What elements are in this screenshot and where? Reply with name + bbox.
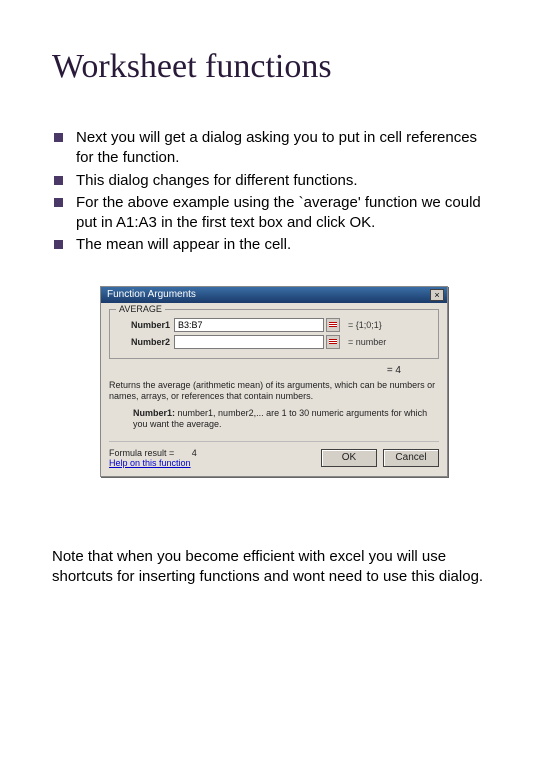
- function-frame: AVERAGE Number1 = {1;0;1} Number2 = numb…: [109, 309, 439, 359]
- argument-description: Number1: number1, number2,... are 1 to 3…: [109, 408, 439, 431]
- arg-desc-label: Number1:: [133, 408, 175, 418]
- bullet-item: This dialog changes for different functi…: [52, 171, 496, 191]
- function-arguments-dialog: Function Arguments × AVERAGE Number1 = {…: [100, 286, 448, 477]
- arg-desc-text: number1, number2,... are 1 to 30 numeric…: [133, 408, 427, 429]
- dialog-title: Function Arguments: [107, 289, 196, 300]
- arg2-preview: = number: [340, 337, 432, 347]
- cancel-button[interactable]: Cancel: [383, 449, 439, 467]
- function-description: Returns the average (arithmetic mean) of…: [109, 380, 439, 403]
- separator: [109, 441, 439, 442]
- help-link[interactable]: Help on this function: [109, 458, 197, 468]
- function-name: AVERAGE: [116, 304, 165, 314]
- arg2-label: Number2: [116, 337, 174, 347]
- page-title: Worksheet functions: [52, 48, 496, 86]
- bullet-item: For the above example using the `average…: [52, 193, 496, 234]
- footer-note: Note that when you become efficient with…: [52, 547, 496, 588]
- dialog-titlebar: Function Arguments ×: [101, 287, 447, 303]
- ok-button[interactable]: OK: [321, 449, 377, 467]
- arg1-input[interactable]: [174, 318, 324, 332]
- arg1-preview: = {1;0;1}: [340, 320, 432, 330]
- arg2-input[interactable]: [174, 335, 324, 349]
- bullet-list: Next you will get a dialog asking you to…: [52, 128, 496, 256]
- bullet-item: Next you will get a dialog asking you to…: [52, 128, 496, 169]
- close-button[interactable]: ×: [430, 289, 444, 301]
- range-picker-icon[interactable]: [326, 335, 340, 349]
- bullet-item: The mean will appear in the cell.: [52, 235, 496, 255]
- formula-result: Formula result = 4: [109, 448, 197, 458]
- arg1-label: Number1: [116, 320, 174, 330]
- result-preview: = 4: [109, 365, 439, 376]
- range-picker-icon[interactable]: [326, 318, 340, 332]
